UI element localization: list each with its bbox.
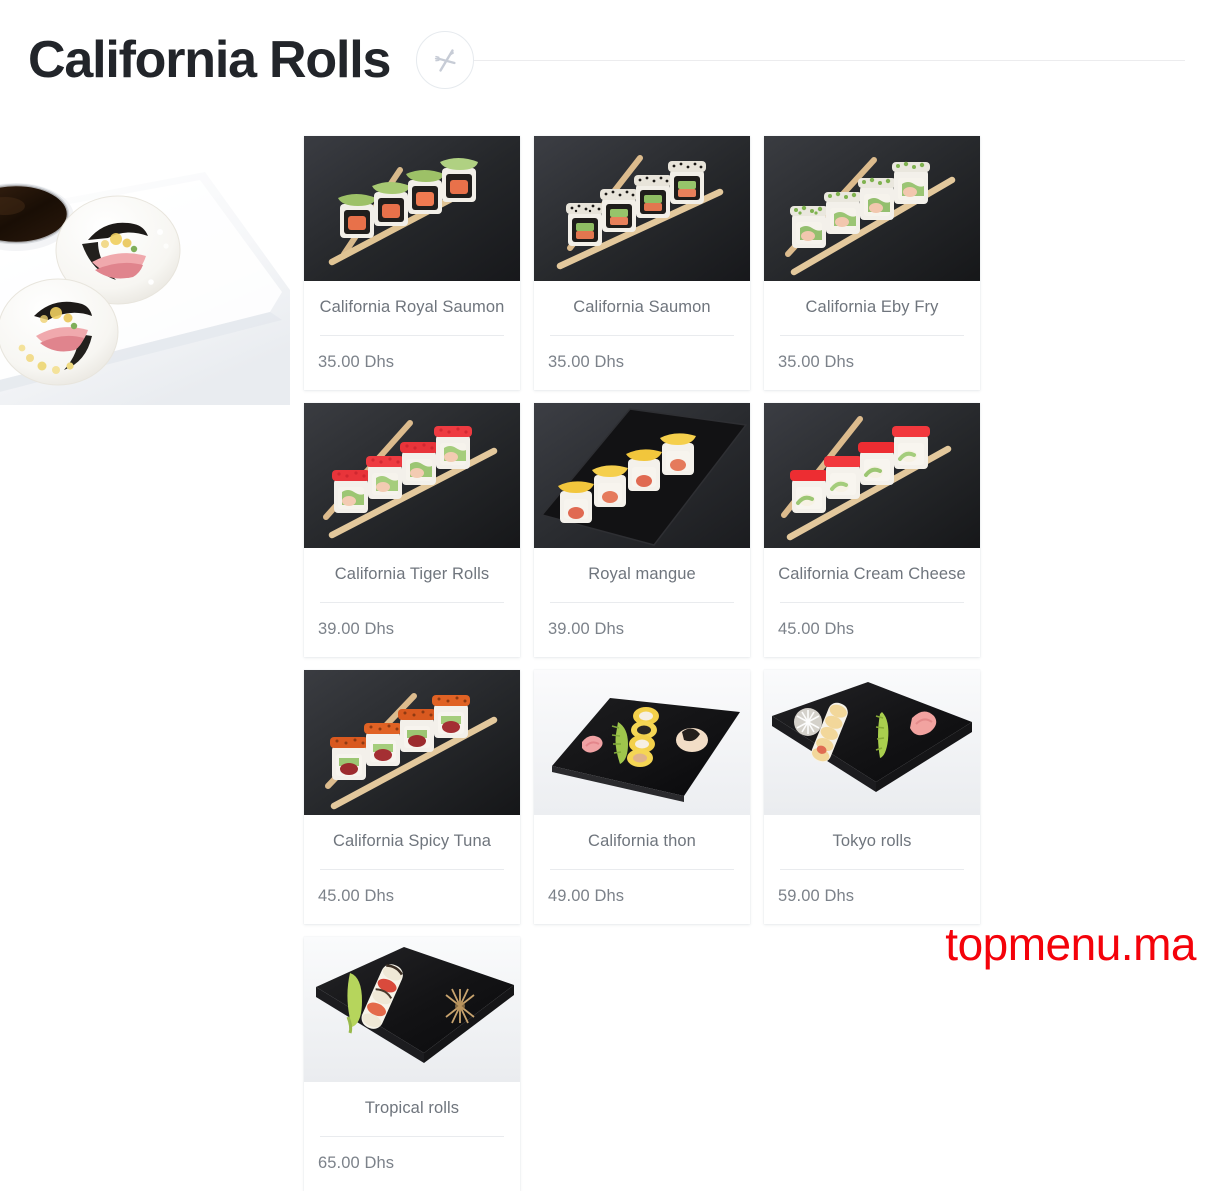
menu-item-name: California Saumon xyxy=(573,298,711,316)
menu-item-price: 35.00 Dhs xyxy=(778,353,855,371)
card-divider xyxy=(320,1136,504,1137)
menu-item-name: California Cream Cheese xyxy=(778,565,966,583)
menu-item-photo xyxy=(534,403,750,548)
page-title: California Rolls xyxy=(28,31,391,89)
menu-item-photo xyxy=(304,136,520,281)
menu-item-photo xyxy=(534,136,750,281)
page-header: California Rolls xyxy=(0,0,1210,120)
menu-card[interactable]: California Spicy Tuna 45.00 Dhs xyxy=(304,670,520,924)
menu-item-price: 35.00 Dhs xyxy=(548,353,625,371)
site-watermark: topmenu.ma xyxy=(945,918,1196,970)
menu-card[interactable]: Tropical rolls 65.00 Dhs xyxy=(304,937,520,1191)
card-divider xyxy=(780,602,964,603)
menu-card-body: Royal mangue 39.00 Dhs xyxy=(534,548,750,657)
menu-item-price: 35.00 Dhs xyxy=(318,353,395,371)
fork-knife-circle-icon xyxy=(416,31,475,89)
menu-card-body: California Cream Cheese 45.00 Dhs xyxy=(764,548,980,657)
menu-card[interactable]: California Royal Saumon 35.00 Dhs xyxy=(304,136,520,390)
card-divider xyxy=(780,335,964,336)
menu-card[interactable]: California Eby Fry 35.00 Dhs xyxy=(764,136,980,390)
card-divider xyxy=(320,335,504,336)
card-divider xyxy=(780,869,964,870)
menu-item-photo xyxy=(534,670,750,815)
header-divider-rule xyxy=(474,59,1185,61)
card-divider xyxy=(550,602,734,603)
menu-card-body: Tokyo rolls 59.00 Dhs xyxy=(764,815,980,924)
menu-card-body: California Royal Saumon 35.00 Dhs xyxy=(304,281,520,390)
menu-card-body: California Spicy Tuna 45.00 Dhs xyxy=(304,815,520,924)
menu-card[interactable]: Tokyo rolls 59.00 Dhs xyxy=(764,670,980,924)
menu-card-body: California Tiger Rolls 39.00 Dhs xyxy=(304,548,520,657)
menu-card-body: Tropical rolls 65.00 Dhs xyxy=(304,1082,520,1191)
menu-item-photo xyxy=(764,670,980,815)
menu-card[interactable]: California Saumon 35.00 Dhs xyxy=(534,136,750,390)
card-divider xyxy=(320,602,504,603)
menu-item-price: 59.00 Dhs xyxy=(778,887,855,905)
menu-items-grid: California Royal Saumon 35.00 Dhs Califo… xyxy=(304,136,1200,1191)
menu-card[interactable]: California thon 49.00 Dhs xyxy=(534,670,750,924)
menu-card-body: California Saumon 35.00 Dhs xyxy=(534,281,750,390)
menu-card[interactable]: Royal mangue 39.00 Dhs xyxy=(534,403,750,657)
hero-sushi-photo xyxy=(0,140,290,405)
menu-item-price: 45.00 Dhs xyxy=(318,887,395,905)
menu-item-photo xyxy=(304,670,520,815)
menu-card[interactable]: California Tiger Rolls 39.00 Dhs xyxy=(304,403,520,657)
menu-item-photo xyxy=(304,403,520,548)
menu-item-price: 65.00 Dhs xyxy=(318,1154,395,1172)
menu-card-body: California thon 49.00 Dhs xyxy=(534,815,750,924)
menu-item-name: California Eby Fry xyxy=(805,298,939,316)
menu-item-price: 39.00 Dhs xyxy=(318,620,395,638)
menu-item-price: 49.00 Dhs xyxy=(548,887,625,905)
menu-card-body: California Eby Fry 35.00 Dhs xyxy=(764,281,980,390)
menu-item-photo xyxy=(764,136,980,281)
menu-item-name: Tropical rolls xyxy=(364,1099,460,1117)
menu-item-price: 45.00 Dhs xyxy=(778,620,855,638)
menu-item-name: Royal mangue xyxy=(588,565,696,583)
menu-item-name: California Spicy Tuna xyxy=(332,832,491,850)
menu-card[interactable]: California Cream Cheese 45.00 Dhs xyxy=(764,403,980,657)
menu-item-name: California Royal Saumon xyxy=(319,298,505,316)
menu-item-name: Tokyo rolls xyxy=(832,832,912,850)
menu-item-name: California Tiger Rolls xyxy=(334,565,490,583)
card-divider xyxy=(550,335,734,336)
card-divider xyxy=(320,869,504,870)
card-divider xyxy=(550,869,734,870)
menu-item-photo xyxy=(764,403,980,548)
menu-item-price: 39.00 Dhs xyxy=(548,620,625,638)
menu-item-name: California thon xyxy=(588,832,696,850)
menu-item-photo xyxy=(304,937,520,1082)
